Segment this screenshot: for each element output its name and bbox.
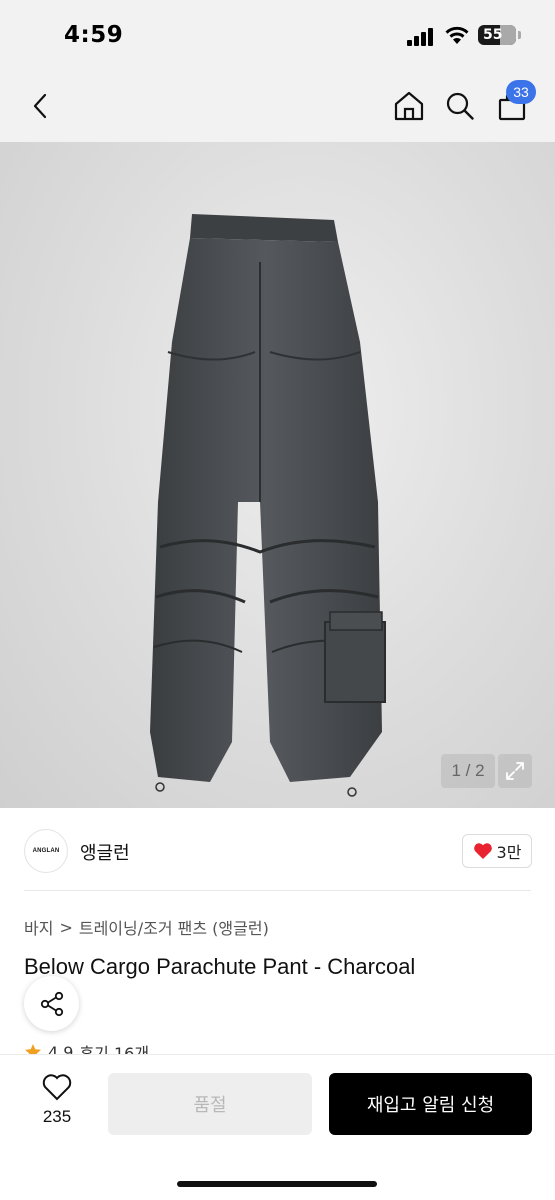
- search-icon: [446, 92, 474, 120]
- expand-image-button[interactable]: [498, 754, 532, 788]
- brand-row: ANGLAN 앵글런 3만: [0, 808, 555, 890]
- status-time: 4:59: [64, 22, 124, 48]
- breadcrumb: 바지 > 트레이닝/조거 팬츠 (앵글런): [24, 915, 269, 939]
- breadcrumb-separator: >: [59, 917, 73, 937]
- wifi-icon: [444, 24, 470, 46]
- back-button[interactable]: [20, 86, 60, 126]
- chevron-left-icon: [33, 93, 47, 119]
- brand-like-button[interactable]: 3만: [462, 834, 532, 868]
- cart-count-badge: 33: [506, 80, 536, 104]
- product-image[interactable]: [0, 142, 555, 808]
- share-icon: [40, 991, 63, 1016]
- home-indicator: [177, 1181, 377, 1187]
- home-button[interactable]: [389, 86, 429, 126]
- breadcrumb-subcategory[interactable]: 트레이닝/조거 팬츠 (앵글런): [79, 915, 269, 939]
- brand-like-count: 3만: [496, 843, 522, 862]
- divider: [24, 890, 531, 891]
- battery-level: 55: [483, 27, 503, 43]
- brand-name[interactable]: 앵글런: [80, 839, 130, 865]
- status-bar: 4:59 55: [0, 0, 555, 72]
- image-counter: 1 / 2: [441, 754, 495, 788]
- expand-icon: [506, 762, 524, 780]
- breadcrumb-category[interactable]: 바지: [24, 915, 53, 939]
- heart-outline-icon: [42, 1074, 72, 1101]
- restock-alert-button[interactable]: 재입고 알림 신청: [329, 1073, 532, 1135]
- battery-icon: 55: [478, 25, 516, 45]
- wishlist-button[interactable]: 235: [28, 1073, 86, 1127]
- heart-filled-icon: [473, 843, 492, 859]
- brand-logo[interactable]: ANGLAN: [24, 829, 68, 873]
- share-button[interactable]: [24, 976, 79, 1031]
- battery-cap: [518, 31, 521, 39]
- top-nav: 33: [0, 72, 555, 142]
- cargo-pants-illustration: [150, 214, 386, 797]
- wishlist-count: 235: [42, 1107, 72, 1126]
- home-icon: [394, 91, 424, 121]
- search-button[interactable]: [440, 86, 480, 126]
- bottom-action-bar: 235 품절 재입고 알림 신청: [0, 1054, 555, 1200]
- cart-button[interactable]: 33: [492, 80, 536, 126]
- product-title: Below Cargo Parachute Pant - Charcoal: [24, 954, 416, 979]
- soldout-button: 품절: [108, 1073, 312, 1135]
- cellular-signal-icon: [407, 28, 435, 46]
